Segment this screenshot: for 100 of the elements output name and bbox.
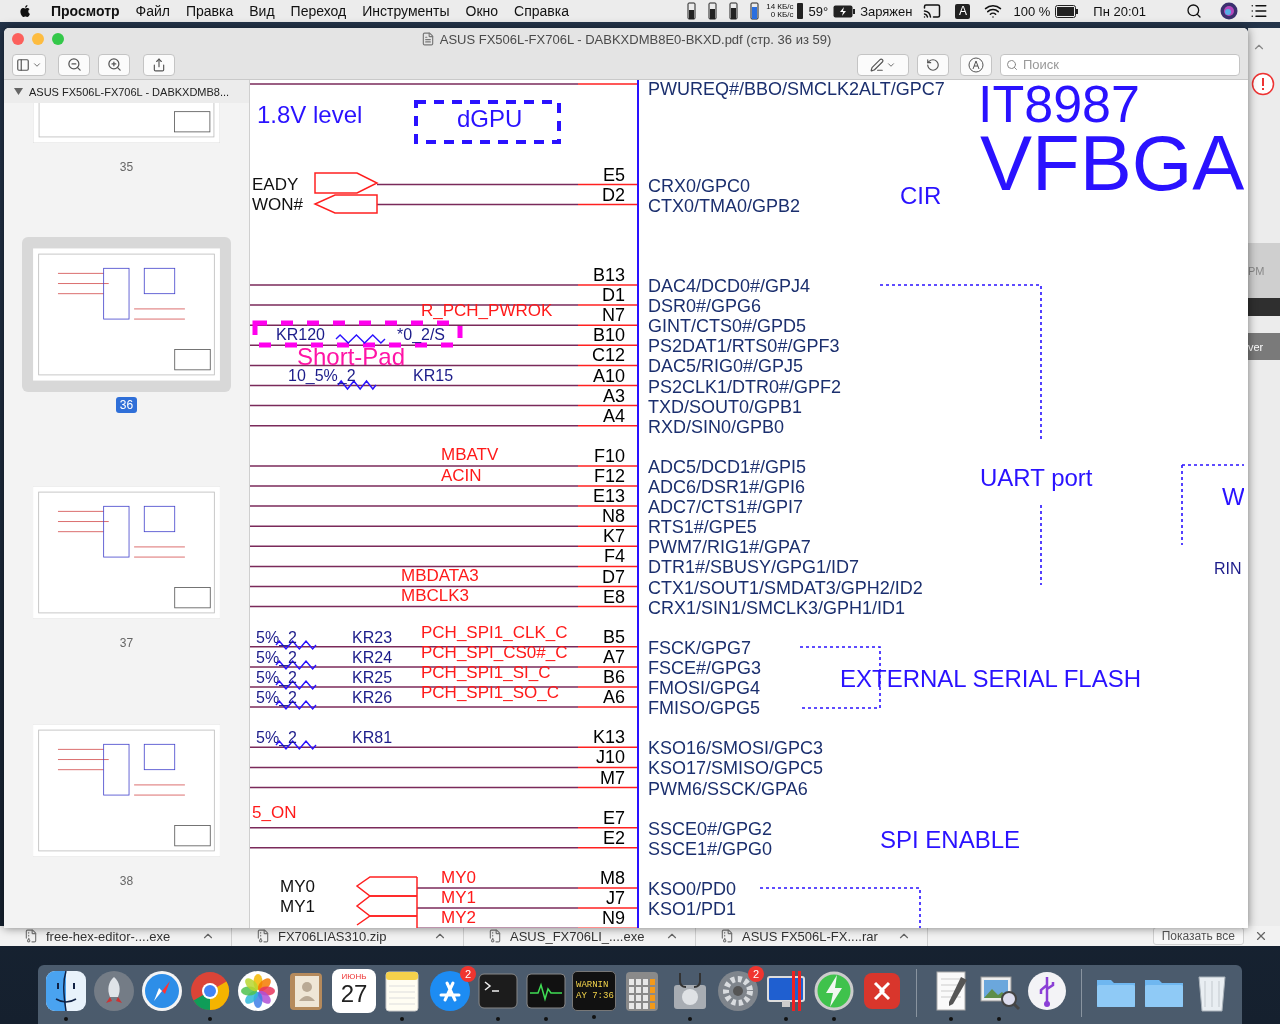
gear-icon[interactable] [716, 969, 760, 1013]
page-thumbnail[interactable] [33, 486, 220, 619]
pin-function-label: KSO0/PD0 [648, 879, 737, 899]
net-label: MY1 [441, 888, 476, 907]
share-button[interactable] [143, 53, 175, 76]
close-icon[interactable] [1254, 929, 1268, 943]
pin-number: A7 [602, 646, 625, 667]
battery-charging-icon[interactable] [833, 4, 856, 18]
annotate-button[interactable] [960, 53, 992, 76]
pin-function-label: DSR0#/GPG6 [648, 296, 762, 317]
menu-item[interactable]: Справка [506, 3, 577, 19]
resistor-symbol [335, 334, 386, 344]
short-pad-label: Short-Pad [297, 343, 406, 370]
connector-symbol [313, 194, 378, 214]
menu-item[interactable]: Переход [282, 3, 355, 19]
part-label: 5%_2 [256, 729, 297, 746]
pin-number: C12 [591, 345, 625, 366]
part-label: 5%_2 [256, 649, 297, 666]
download-item[interactable]: FX706LIAS310.zip [278, 928, 425, 944]
page-number-badge: 36 [115, 397, 138, 413]
pin-function-label: ADC6/DSR1#/GPI6 [648, 477, 806, 497]
pin-number: J7 [606, 888, 625, 909]
wifi-icon[interactable] [984, 2, 1003, 20]
pin-function-label: RTS1#/GPE5 [648, 517, 757, 538]
console-icon[interactable]: WARNIN AY 7:36 [572, 971, 616, 1011]
lightning-globe-icon[interactable] [812, 969, 856, 1013]
net-label: PCH_SPI_CS0#_C [421, 643, 568, 662]
rocket-icon[interactable] [92, 969, 136, 1013]
download-item[interactable]: free-hex-editor-....exe [46, 928, 193, 944]
net-label: R_PCH_PWROK [421, 301, 553, 320]
download-item[interactable]: ASUS FX506L-FX....rar [742, 928, 889, 944]
pin-function-label: SSCE1#/GPG0 [648, 838, 773, 859]
page-number: 35 [118, 159, 135, 175]
pin-number: K13 [592, 727, 625, 748]
page-thumbnail[interactable] [33, 103, 220, 143]
pin-number: E13 [592, 486, 625, 507]
app-store-icon[interactable] [428, 969, 472, 1013]
pin-function-label: TXD/SOUT0/GPB1 [648, 396, 803, 417]
pin-function-label: RXD/SIN0/GPB0 [648, 416, 785, 437]
part-label: RIN [1214, 560, 1242, 577]
sidebar-icon [16, 57, 30, 72]
pin-function-label: PS2CLK1/DTR0#/GPF2 [648, 376, 842, 397]
flower-icon[interactable] [236, 969, 280, 1013]
partial-button-text[interactable]: ver [1248, 333, 1280, 360]
alert-icon[interactable] [1251, 72, 1275, 96]
menu-item[interactable]: Окно [457, 3, 507, 19]
menu-item[interactable]: Файл [127, 3, 178, 19]
screen-mirroring-icon[interactable] [923, 2, 942, 20]
part-label: 5%_2 [256, 629, 297, 646]
menu-list-icon[interactable] [1250, 2, 1268, 20]
net-label: MBATV [441, 445, 499, 464]
section-label: EXTERNAL SERIAL FLASH [840, 665, 1141, 692]
pin-function-label: CRX1/SIN1/SMCLK3/GPH1/ID1 [648, 597, 906, 618]
rotate-button[interactable] [917, 53, 949, 76]
menu-item[interactable]: Правка [178, 3, 242, 19]
page-thumbnail[interactable] [33, 248, 220, 381]
browser-icon[interactable] [188, 969, 232, 1013]
sensor-icon[interactable] [797, 3, 804, 19]
clock-text[interactable]: Пн 20:01 [1093, 3, 1146, 19]
section-label: CIR [900, 182, 942, 209]
net-label: PCH_SPI1_SO_C [421, 683, 559, 702]
menu-item[interactable]: Инструменты [354, 3, 458, 19]
search-field[interactable]: Поиск [1000, 53, 1240, 76]
part-label: KR26 [352, 689, 393, 706]
compass-icon[interactable] [140, 969, 184, 1013]
document-name: ASUS FX506L-FX706L - DABKXDMB8... [29, 85, 230, 98]
pin-number: M8 [600, 868, 625, 888]
section-label: UART port [980, 464, 1093, 491]
search-icon[interactable] [1186, 3, 1202, 19]
net-label: MY2 [441, 908, 476, 927]
zoom-in-button[interactable] [98, 53, 130, 76]
disclosure-triangle-icon[interactable] [14, 87, 23, 96]
download-item[interactable]: ASUS_FX706LI_....exe [510, 928, 657, 944]
battery-icon[interactable] [1055, 4, 1080, 18]
pin-number: B13 [592, 265, 625, 285]
notification-badge: 2 [460, 966, 476, 982]
markup-button[interactable] [857, 53, 909, 76]
assistant-orb-icon[interactable] [1220, 2, 1238, 20]
net-label: PCH_SPI1_SI_C [421, 663, 551, 682]
zoom-out-button[interactable] [58, 53, 90, 76]
pin-function-label: SSCE0#/GPG2 [648, 818, 773, 839]
part-label: KR23 [352, 629, 393, 646]
input-source-indicator[interactable]: A [955, 3, 971, 19]
calendar-icon[interactable]: ИЮНЬ 27 [332, 969, 376, 1013]
apple-logo-icon[interactable] [18, 3, 33, 19]
face-icon[interactable] [44, 969, 88, 1013]
search-icon [1006, 58, 1018, 71]
usb-icon[interactable] [1025, 969, 1069, 1013]
pin-function-label: PWM6/SSCK/GPA6 [648, 778, 808, 799]
sidebar-toggle-button[interactable] [12, 53, 46, 76]
pin-number: A6 [602, 687, 625, 708]
menu-item[interactable]: Вид [241, 3, 283, 19]
app-menu[interactable]: Просмотр [43, 3, 128, 19]
page-thumbnail[interactable] [33, 724, 220, 857]
rotate-icon [926, 57, 940, 72]
console-text: AY 7:36 [576, 991, 615, 1002]
pin-function-label: CRX0/GPC0 [648, 175, 751, 196]
pin-number: J10 [595, 747, 625, 768]
monitor-icon[interactable] [764, 969, 808, 1013]
net-label: 5_ON [252, 803, 297, 822]
